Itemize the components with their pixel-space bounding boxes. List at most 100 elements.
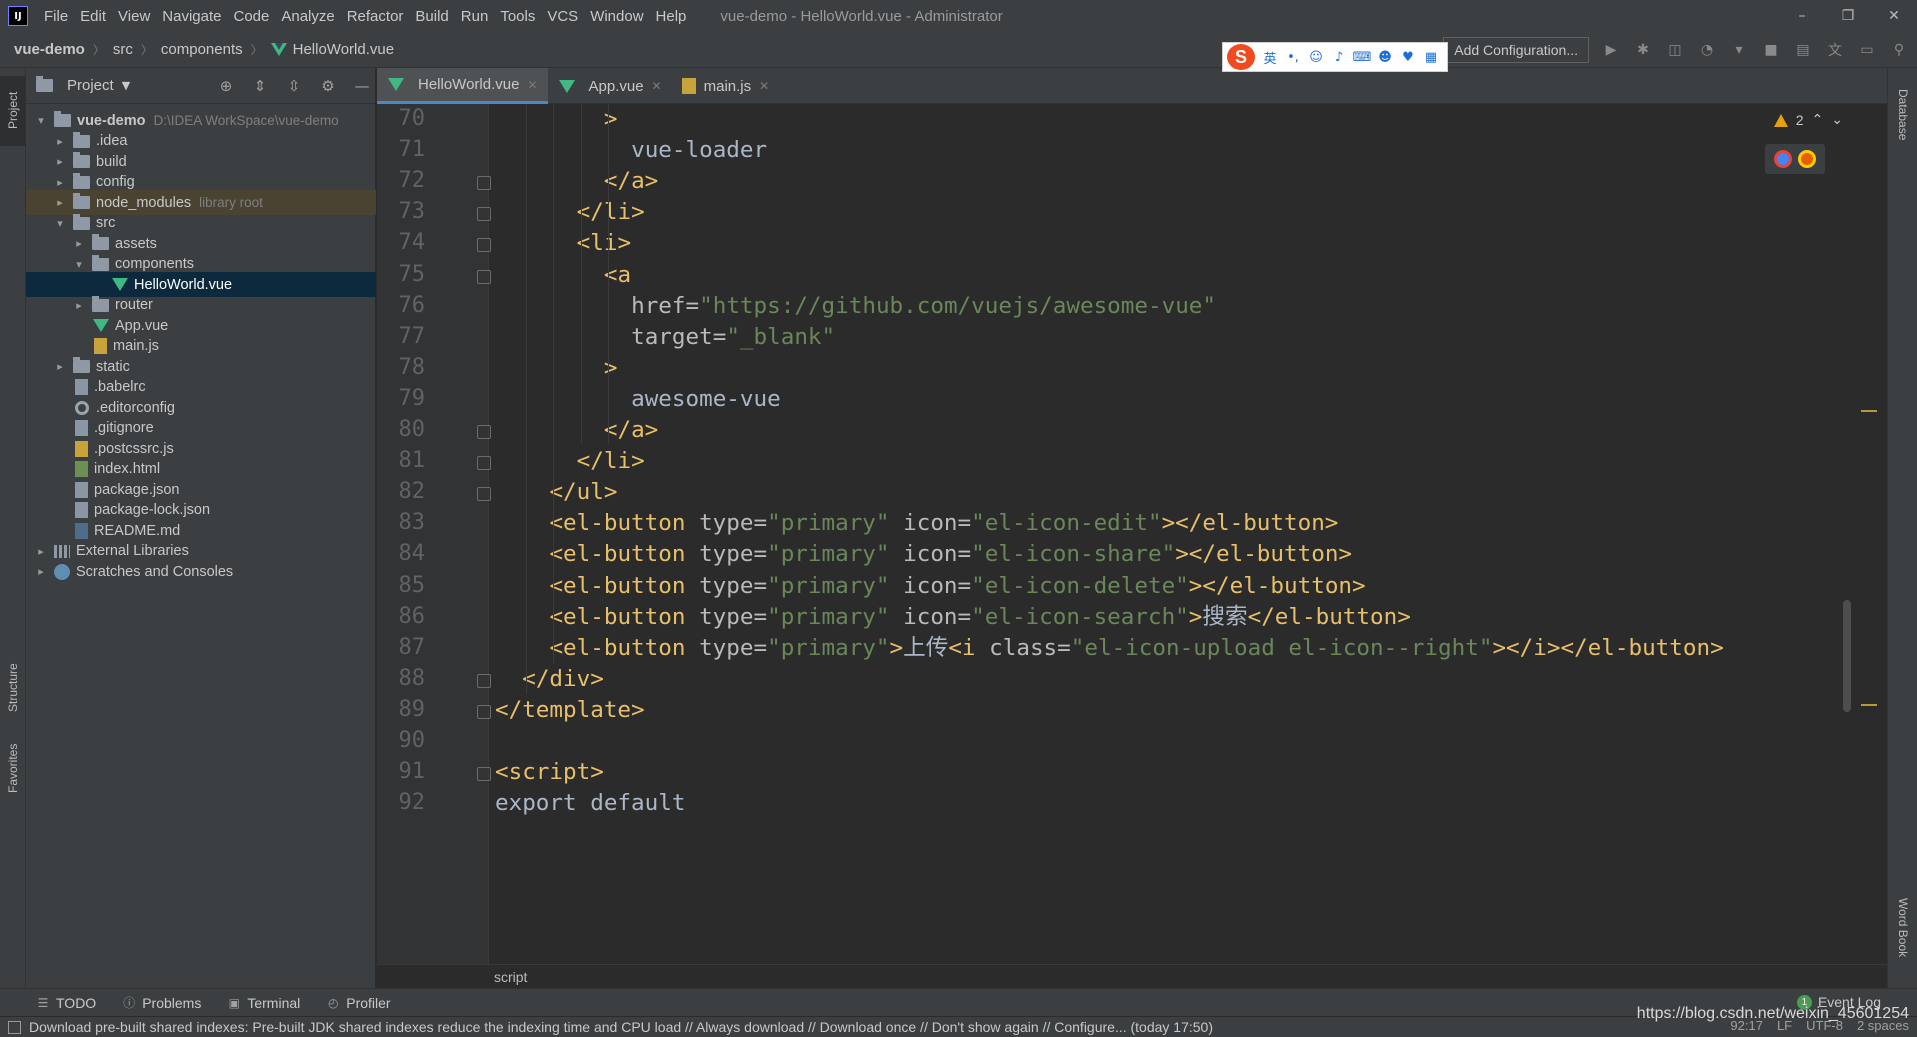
menu-build[interactable]: Build bbox=[409, 8, 454, 25]
editor-breadcrumb-script[interactable]: script bbox=[494, 969, 527, 985]
menu-run[interactable]: Run bbox=[455, 8, 495, 25]
debug-icon[interactable]: ✱ bbox=[1633, 40, 1653, 60]
menu-file[interactable]: File bbox=[38, 8, 74, 25]
firefox-icon[interactable] bbox=[1798, 150, 1816, 168]
fold-marker-icon[interactable] bbox=[477, 207, 491, 222]
menu-help[interactable]: Help bbox=[650, 8, 693, 25]
chevron-down-icon[interactable]: ▾ bbox=[34, 114, 48, 127]
code-line[interactable]: > bbox=[604, 104, 618, 138]
presentation-icon[interactable]: ▭ bbox=[1857, 40, 1877, 60]
menu-code[interactable]: Code bbox=[227, 8, 275, 25]
status-message[interactable]: Download pre-built shared indexes: Pre-b… bbox=[29, 1019, 1213, 1035]
code-line[interactable]: </template> bbox=[495, 691, 645, 729]
stop-icon[interactable]: ■ bbox=[1761, 40, 1781, 60]
tool-window-profiler[interactable]: ◴ Profiler bbox=[326, 995, 391, 1011]
tree-item[interactable]: ▸ Scratches and Consoles bbox=[26, 559, 376, 584]
close-tab-icon[interactable]: ✕ bbox=[652, 79, 662, 93]
chevron-right-icon[interactable]: ▸ bbox=[72, 237, 86, 250]
database-tool-label[interactable]: Database bbox=[1888, 80, 1917, 150]
fold-marker-icon[interactable] bbox=[477, 487, 491, 502]
fold-marker-icon[interactable] bbox=[477, 238, 491, 253]
menu-refactor[interactable]: Refactor bbox=[341, 8, 410, 25]
code-line[interactable]: > bbox=[604, 349, 618, 387]
breadcrumb-src[interactable]: src bbox=[109, 41, 137, 58]
menu-window[interactable]: Window bbox=[584, 8, 649, 25]
vertical-scrollbar[interactable] bbox=[1843, 600, 1851, 712]
user-icon[interactable]: ☻ bbox=[1377, 49, 1393, 65]
project-view-selector[interactable]: Project bbox=[67, 77, 114, 94]
project-tool-label[interactable]: Project bbox=[0, 80, 26, 140]
breadcrumb-project[interactable]: vue-demo bbox=[0, 41, 89, 58]
search-icon[interactable]: ⚲ bbox=[1889, 40, 1909, 60]
inspection-widget[interactable]: 2 ⌃ ⌄ bbox=[1773, 112, 1843, 128]
close-tab-icon[interactable]: ✕ bbox=[759, 79, 769, 93]
scroll-marker[interactable] bbox=[1861, 704, 1877, 706]
chevron-right-icon[interactable]: ▸ bbox=[72, 299, 86, 312]
translate-icon[interactable]: 文 bbox=[1825, 40, 1845, 60]
menu-edit[interactable]: Edit bbox=[74, 8, 112, 25]
run-icon[interactable]: ▶ bbox=[1601, 40, 1621, 60]
favorites-tool-label[interactable]: Favorites bbox=[0, 728, 26, 808]
close-tab-icon[interactable]: ✕ bbox=[527, 78, 537, 92]
status-toggle-icon[interactable] bbox=[8, 1020, 21, 1034]
chevron-down-icon[interactable]: ▾ bbox=[72, 258, 86, 271]
menu-tools[interactable]: Tools bbox=[494, 8, 541, 25]
code-line[interactable]: <el-button type="primary">上传<i class="el… bbox=[549, 629, 1723, 667]
code-line[interactable]: target="_blank" bbox=[631, 318, 835, 356]
fold-marker-icon[interactable] bbox=[477, 269, 491, 284]
code-editor[interactable]: 2 ⌃ ⌄ 70 >71 vue-loader 72 </a> 73 </li> 74 <li>… bbox=[377, 104, 1887, 964]
fold-marker-icon[interactable] bbox=[477, 767, 491, 782]
locate-icon[interactable]: ⊕ bbox=[213, 77, 239, 95]
gear-icon[interactable]: ⚙ bbox=[315, 77, 341, 95]
structure-tool-label[interactable]: Structure bbox=[0, 648, 26, 728]
chevron-down-icon[interactable]: ▾ bbox=[53, 217, 67, 230]
chevron-right-icon[interactable]: ▸ bbox=[53, 155, 67, 168]
ime-mode-label[interactable]: 英 bbox=[1262, 49, 1278, 67]
fold-marker-icon[interactable] bbox=[477, 425, 491, 439]
editor-tab[interactable]: App.vue ✕ bbox=[548, 68, 672, 104]
chevron-down-icon[interactable]: ⌄ bbox=[1831, 112, 1843, 128]
editor-tab[interactable]: main.js ✕ bbox=[672, 68, 780, 104]
fold-marker-icon[interactable] bbox=[477, 176, 491, 191]
fold-marker-icon[interactable] bbox=[477, 673, 491, 688]
menu-view[interactable]: View bbox=[112, 8, 156, 25]
chevron-right-icon[interactable]: ▸ bbox=[53, 176, 67, 189]
scroll-marker[interactable] bbox=[1861, 410, 1877, 412]
expand-all-icon[interactable]: ⇕ bbox=[247, 77, 273, 95]
chevron-up-icon[interactable]: ⌃ bbox=[1812, 112, 1824, 128]
chevron-right-icon[interactable]: ▸ bbox=[34, 545, 48, 558]
chevron-right-icon[interactable]: ▸ bbox=[53, 135, 67, 148]
breadcrumb-components[interactable]: components bbox=[157, 41, 247, 58]
skin-icon[interactable]: ♥ bbox=[1400, 49, 1416, 65]
chevron-down-icon[interactable]: ▼ bbox=[122, 79, 130, 92]
chevron-right-icon[interactable]: ▸ bbox=[53, 360, 67, 373]
chrome-icon[interactable] bbox=[1774, 150, 1792, 168]
menu-navigate[interactable]: Navigate bbox=[156, 8, 227, 25]
hide-icon[interactable]: — bbox=[349, 77, 375, 95]
profile-icon[interactable]: ◔ bbox=[1697, 40, 1717, 60]
breadcrumb-file[interactable]: HelloWorld.vue bbox=[267, 41, 398, 58]
code-line[interactable]: export default bbox=[495, 784, 699, 822]
collapse-all-icon[interactable]: ⇳ bbox=[281, 77, 307, 95]
chevron-right-icon[interactable]: ▸ bbox=[34, 565, 48, 578]
keyboard-icon[interactable]: ⌨ bbox=[1353, 49, 1372, 65]
project-structure-icon[interactable]: ▤ bbox=[1793, 40, 1813, 60]
tool-window-terminal[interactable]: ▣ Terminal bbox=[227, 995, 301, 1011]
sogou-logo-icon[interactable]: S bbox=[1227, 44, 1255, 70]
tool-window-problems[interactable]: ⓘ Problems bbox=[122, 995, 201, 1011]
fold-marker-icon[interactable] bbox=[477, 456, 491, 471]
coverage-icon[interactable]: ◫ bbox=[1665, 40, 1685, 60]
more-run-icon[interactable]: ▾ bbox=[1729, 40, 1749, 60]
add-configuration-button[interactable]: Add Configuration... bbox=[1443, 37, 1589, 63]
editor-tab[interactable]: HelloWorld.vue ✕ bbox=[377, 68, 548, 104]
emoji-icon[interactable]: ☺ bbox=[1308, 49, 1324, 65]
fold-marker-icon[interactable] bbox=[477, 704, 491, 719]
menu-analyze[interactable]: Analyze bbox=[275, 8, 340, 25]
close-icon[interactable]: ✕ bbox=[1871, 0, 1917, 32]
tool-window-todo[interactable]: ☰ TODO bbox=[36, 995, 97, 1011]
menu-vcs[interactable]: VCS bbox=[541, 8, 584, 25]
chevron-right-icon[interactable]: ▸ bbox=[53, 196, 67, 209]
wordbook-tool-label[interactable]: Word Book bbox=[1888, 888, 1917, 968]
punctuation-icon[interactable]: •, bbox=[1285, 49, 1301, 65]
microphone-icon[interactable]: ♪ bbox=[1331, 49, 1347, 65]
